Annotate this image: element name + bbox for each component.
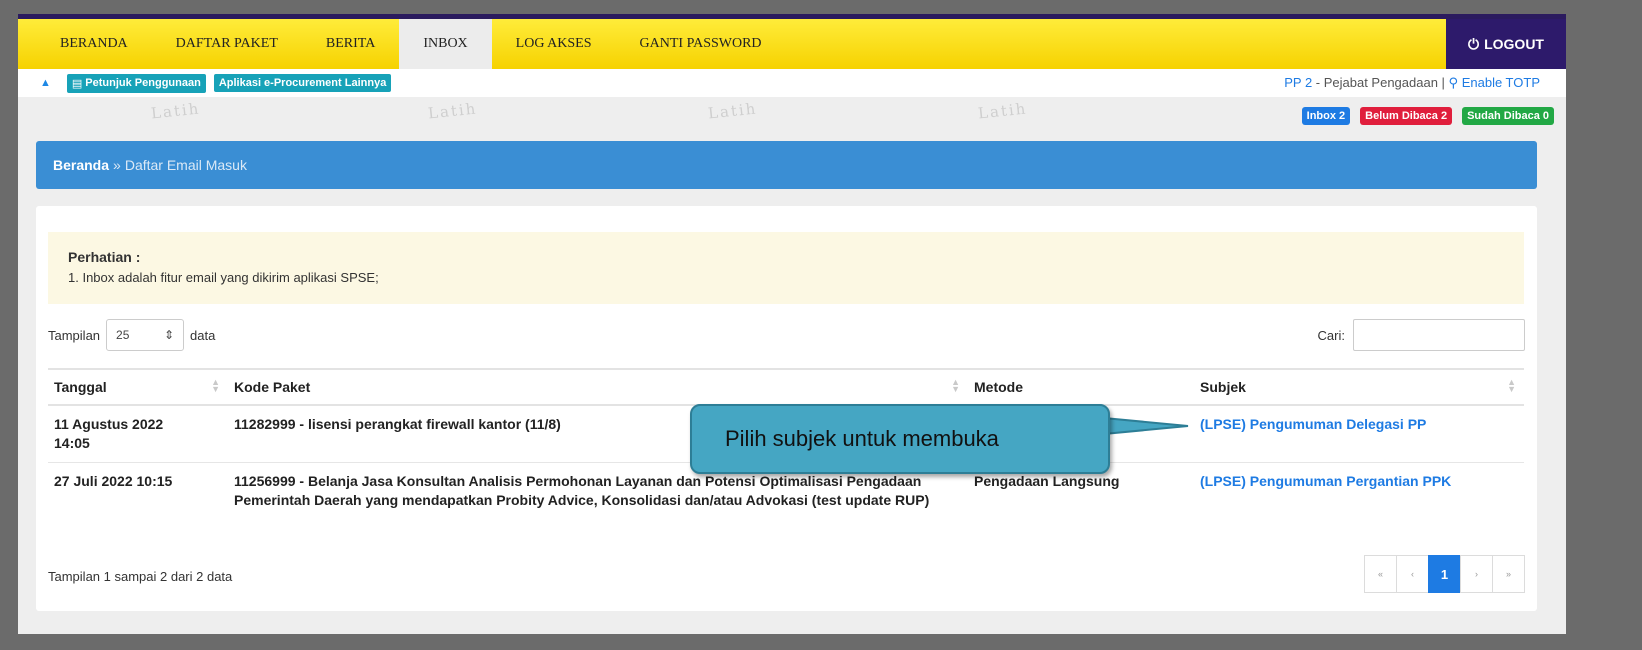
length-suffix: data	[190, 327, 216, 343]
logout-label: LOGOUT	[1484, 36, 1544, 52]
sort-updown-icon: ⇕	[163, 328, 175, 342]
nav-ganti-password[interactable]: GANTI PASSWORD	[616, 19, 786, 69]
page-1-button[interactable]: 1	[1428, 555, 1461, 593]
pagination: « ‹ 1 › »	[1364, 555, 1525, 593]
cell-tanggal: 27 Juli 2022 10:15	[54, 473, 173, 489]
user-title: - Pejabat Pengadaan |	[1312, 75, 1449, 90]
watermark-text: Latih	[427, 99, 479, 123]
first-page-button[interactable]: «	[1364, 555, 1397, 593]
nav-beranda[interactable]: BERANDA	[18, 19, 152, 69]
other-apps-link[interactable]: Aplikasi e-Procurement Lainnya	[213, 74, 392, 92]
key-icon: ⚲	[1448, 75, 1459, 90]
instruction-callout: Pilih subjek untuk membuka	[690, 404, 1110, 474]
inbox-badges: Inbox 2 Belum Dibaca 2 Sudah Dibaca 0	[1301, 107, 1554, 125]
guide-link[interactable]: ▤ Petunjuk Penggunaan	[66, 73, 206, 93]
user-info: PP 2 - Pejabat Pengadaan | ⚲ Enable TOTP	[1284, 75, 1540, 91]
last-page-button[interactable]: »	[1492, 555, 1525, 593]
unread-count-badge: Belum Dibaca 2	[1360, 107, 1453, 125]
inbox-count-badge: Inbox 2	[1301, 107, 1351, 125]
prev-page-button[interactable]: ‹	[1396, 555, 1429, 593]
cell-tanggal: 11 Agustus 2022 14:05	[48, 405, 228, 463]
nav-inbox[interactable]: INBOX	[399, 19, 492, 69]
notice-title: Perhatian :	[68, 249, 141, 265]
watermark-text: Latih	[707, 99, 759, 123]
breadcrumb-home[interactable]: Beranda	[53, 157, 109, 173]
table-header-row: Tanggal ▲ ▼ Kode Paket ▲ ▼ Metode Subjek ▲ ▼	[48, 368, 1524, 406]
notice-line: 1. Inbox adalah fitur email yang dikirim…	[68, 270, 379, 285]
app-window: BERANDA DAFTAR PAKET BERITA INBOX LOG AK…	[18, 14, 1566, 634]
watermark-text: Latih	[977, 99, 1029, 123]
column-header-subjek[interactable]: Subjek ▲ ▼	[1194, 368, 1524, 406]
search-label: Cari:	[1317, 327, 1345, 343]
sub-toolbar: ▲ ▤ Petunjuk Penggunaan Aplikasi e-Procu…	[18, 69, 1566, 97]
column-header-tanggal[interactable]: Tanggal ▲ ▼	[48, 368, 228, 406]
nav-berita[interactable]: BERITA	[302, 19, 399, 69]
sort-icon: ▲ ▼	[951, 377, 960, 394]
top-navigation: BERANDA DAFTAR PAKET BERITA INBOX LOG AK…	[18, 19, 1566, 69]
notice-box: Perhatian : 1. Inbox adalah fitur email …	[48, 232, 1524, 304]
subject-link[interactable]: (LPSE) Pengumuman Pergantian PPK	[1194, 463, 1524, 520]
length-prefix: Tampilan	[48, 327, 101, 343]
breadcrumb-separator: »	[113, 157, 121, 173]
callout-text: Pilih subjek untuk membuka	[725, 426, 999, 451]
book-icon: ▤	[71, 77, 83, 90]
logout-button[interactable]: ⏻ LOGOUT	[1446, 19, 1566, 69]
breadcrumb: Beranda » Daftar Email Masuk	[36, 141, 1537, 189]
search-input[interactable]	[1353, 319, 1525, 351]
breadcrumb-current: Daftar Email Masuk	[124, 157, 247, 173]
collapse-up-icon[interactable]: ▲	[40, 77, 51, 89]
power-icon: ⏻	[1468, 35, 1480, 52]
search-control: Cari:	[1318, 319, 1525, 351]
watermark-text: Latih	[150, 99, 202, 123]
next-page-button[interactable]: ›	[1460, 555, 1493, 593]
column-header-kode-paket[interactable]: Kode Paket ▲ ▼	[228, 368, 968, 406]
subject-link[interactable]: (LPSE) Pengumuman Delegasi PP	[1194, 405, 1524, 463]
sort-icon: ▲ ▼	[1507, 377, 1516, 394]
user-role[interactable]: PP 2	[1284, 75, 1312, 90]
nav-log-akses[interactable]: LOG AKSES	[492, 19, 616, 69]
enable-totp-link[interactable]: Enable TOTP	[1462, 75, 1540, 90]
guide-label: Petunjuk Penggunaan	[85, 77, 201, 89]
read-count-badge: Sudah Dibaca 0	[1462, 107, 1554, 125]
column-header-metode[interactable]: Metode	[968, 368, 1194, 406]
table-info: Tampilan 1 sampai 2 dari 2 data	[48, 569, 233, 584]
page-size-select[interactable]: 25 ⇕	[106, 319, 185, 351]
page-size-value: 25	[116, 328, 130, 342]
callout-pointer	[1104, 416, 1189, 436]
page-length-control: Tampilan 25 ⇕ data	[48, 319, 215, 351]
sort-icon: ▲ ▼	[211, 377, 220, 394]
nav-daftar-paket[interactable]: DAFTAR PAKET	[152, 19, 302, 69]
